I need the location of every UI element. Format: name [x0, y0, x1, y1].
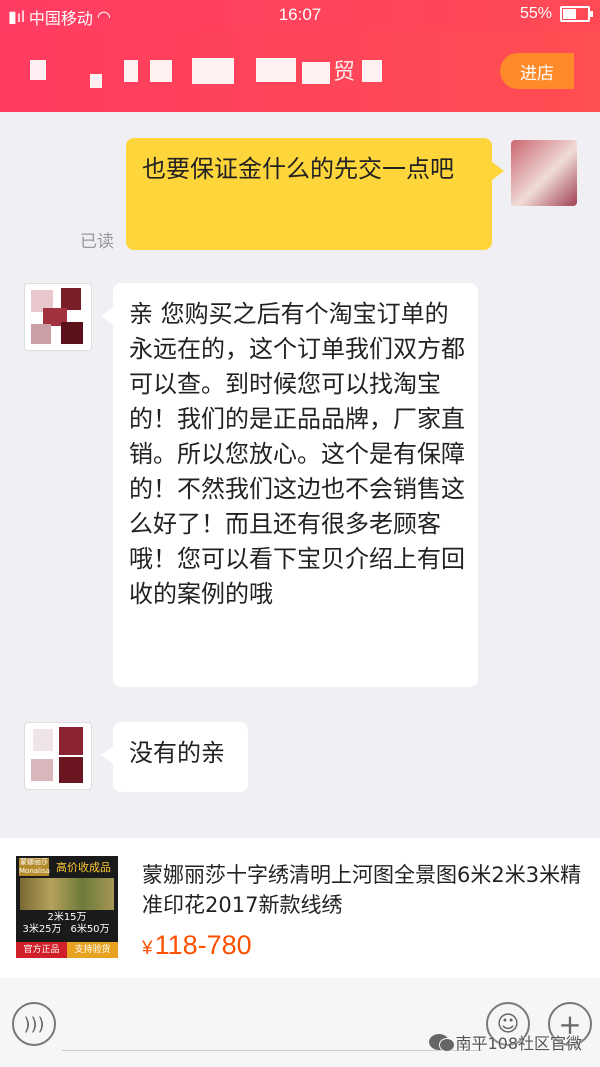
outgoing-message-text: 也要保证金什么的先交一点吧 [142, 155, 454, 183]
voice-button[interactable]: ))) [12, 1002, 56, 1046]
chat-header: 贸 进店 [0, 30, 600, 112]
battery-percent: 55% [519, 5, 552, 22]
seller-avatar[interactable] [24, 283, 92, 351]
wechat-icon [429, 1034, 456, 1052]
product-title[interactable]: 蒙娜丽莎十字绣清明上河图全景图6米2米3米精准印花2017新款线绣 [142, 860, 582, 920]
battery-icon [560, 6, 593, 22]
incoming-message-text: 没有的亲 [129, 739, 225, 767]
watermark: 南平108社区官微 [429, 1030, 582, 1054]
status-bar: ▮ıl 中国移动 ◠ 16:07 55% [0, 0, 600, 30]
read-status: 已读 [80, 232, 114, 252]
product-price: ¥118-780 [142, 930, 252, 960]
my-avatar[interactable] [511, 140, 577, 206]
status-time: 16:07 [278, 5, 322, 24]
outgoing-message[interactable]: 也要保证金什么的先交一点吧 [126, 138, 504, 250]
input-bar: ))) ☺ + 南平108社区官微 [0, 978, 600, 1067]
message-input[interactable] [62, 1050, 482, 1051]
incoming-message[interactable]: 亲 您购买之后有个淘宝订单的永远在的，这个订单我们双方都可以查。到时候您可以找淘… [101, 283, 478, 687]
product-card[interactable]: 蒙娜丽莎 Monalisa 高价收成品 2米15万 3米25万 6米50万 官方正… [0, 838, 600, 978]
thumbnail-prices: 2米15万 3米25万 6米50万 [22, 912, 110, 935]
incoming-message-text: 亲 您购买之后有个淘宝订单的永远在的，这个订单我们双方都可以查。到时候您可以找淘… [129, 300, 465, 608]
thumbnail-headline: 高价收成品 [56, 861, 111, 874]
brand-logo: 蒙娜丽莎 Monalisa [19, 858, 50, 876]
thumbnail-badges: 官方正品 支持验货 [16, 942, 118, 958]
incoming-message[interactable]: 没有的亲 [101, 722, 248, 792]
status-right: 55% [519, 5, 593, 23]
product-thumbnail[interactable]: 蒙娜丽莎 Monalisa 高价收成品 2米15万 3米25万 6米50万 官方正… [16, 856, 118, 958]
voice-icon: ))) [23, 1013, 45, 1035]
seller-avatar[interactable] [24, 722, 92, 790]
embroidery-image [20, 878, 114, 910]
shop-name-fragment: 贸 [333, 60, 356, 85]
enter-shop-button[interactable]: 进店 [500, 53, 574, 89]
